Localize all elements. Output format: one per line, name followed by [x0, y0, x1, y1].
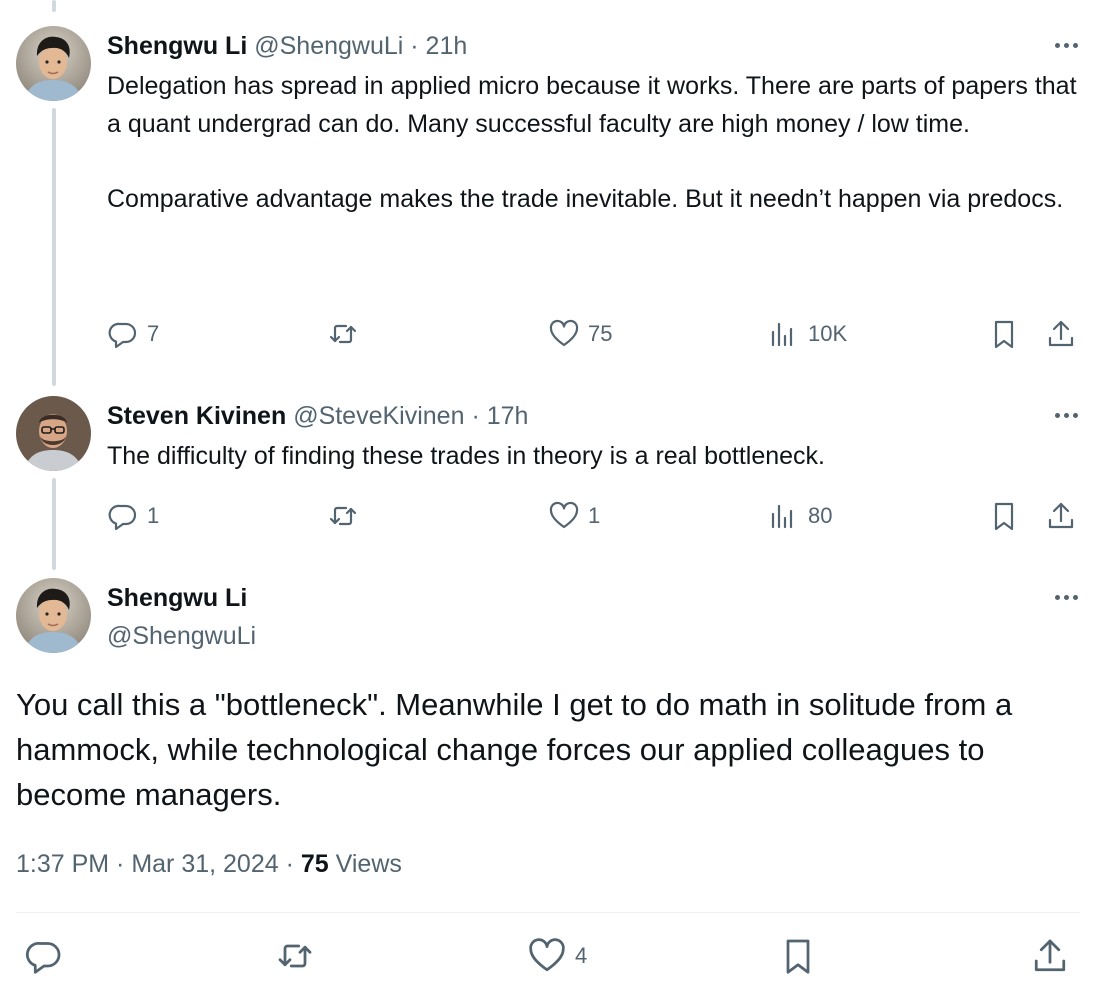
- views-button[interactable]: 80: [768, 496, 832, 536]
- separator: ·: [109, 850, 132, 878]
- like-button[interactable]: 1: [548, 496, 600, 536]
- retweet-icon: [329, 324, 357, 344]
- tweet-text: The difficulty of finding these trades i…: [107, 442, 825, 470]
- share-icon: [1034, 939, 1066, 972]
- avatar-image: [16, 26, 91, 101]
- avatar-image: [16, 396, 91, 471]
- share-button[interactable]: [1030, 936, 1070, 976]
- retweet-icon: [329, 506, 357, 526]
- views-button[interactable]: 10K: [768, 314, 847, 354]
- avatar[interactable]: [16, 396, 91, 471]
- separator: ·: [278, 850, 301, 878]
- reply-count: 1: [147, 503, 160, 528]
- like-count: 75: [588, 321, 613, 346]
- reply-icon: [108, 504, 137, 531]
- share-button[interactable]: [1045, 314, 1077, 354]
- avatar[interactable]: [16, 26, 91, 101]
- share-button[interactable]: [1045, 496, 1077, 536]
- retweet-icon: [278, 944, 312, 968]
- share-icon: [1048, 502, 1074, 529]
- main-tweet-actions: 4: [0, 936, 1106, 980]
- views-count: 80: [808, 503, 833, 528]
- reply-button[interactable]: [24, 936, 64, 976]
- bookmark-icon: [786, 939, 810, 974]
- like-button[interactable]: 4: [527, 936, 587, 976]
- heart-icon: [549, 319, 579, 347]
- views-count: 10K: [808, 321, 848, 346]
- tweet-text: Delegation has spread in applied micro b…: [107, 72, 1077, 213]
- tweet-time[interactable]: 1:37 PM: [16, 850, 109, 878]
- author-name[interactable]: Shengwu Li: [107, 32, 247, 60]
- reply-button[interactable]: 1: [107, 496, 159, 536]
- bookmark-button[interactable]: [988, 496, 1020, 536]
- separator: ·: [464, 402, 487, 430]
- author-handle[interactable]: @ShengwuLi: [107, 620, 256, 652]
- tweet-actions: 1 1 80: [0, 496, 1106, 536]
- avatar[interactable]: [16, 578, 91, 653]
- thread-line: [52, 0, 56, 12]
- like-count: 4: [575, 943, 588, 968]
- more-icon[interactable]: [1055, 593, 1078, 601]
- avatar-image: [16, 578, 91, 653]
- views-icon: [771, 504, 793, 529]
- bookmark-button[interactable]: [778, 936, 818, 976]
- bookmark-icon: [994, 502, 1014, 531]
- tweet-time[interactable]: 21h: [426, 32, 468, 60]
- retweet-button[interactable]: [275, 936, 315, 976]
- share-icon: [1048, 320, 1074, 347]
- tweet-meta: 1:37 PM · Mar 31, 2024 · 75 Views: [16, 848, 402, 880]
- heart-icon: [549, 501, 579, 529]
- tweet-header: Steven Kivinen @SteveKivinen · 17h: [107, 400, 528, 432]
- main-tweet-text: You call this a "bottleneck". Meanwhile …: [16, 687, 1013, 812]
- reply-icon: [25, 942, 61, 974]
- tweet-header: Shengwu Li @ShengwuLi · 21h: [107, 30, 467, 62]
- reply-button[interactable]: 7: [107, 314, 159, 354]
- tweet-time[interactable]: 17h: [487, 402, 529, 430]
- reply-count: 7: [147, 321, 160, 346]
- retweet-button[interactable]: [327, 496, 367, 536]
- divider: [16, 912, 1080, 913]
- author-handle[interactable]: @SteveKivinen: [293, 402, 464, 430]
- more-icon[interactable]: [1055, 41, 1078, 49]
- author-handle[interactable]: @ShengwuLi: [254, 32, 403, 60]
- heart-icon: [529, 938, 565, 972]
- author-name[interactable]: Shengwu Li: [107, 582, 247, 614]
- tweet-date[interactable]: Mar 31, 2024: [131, 850, 278, 878]
- bookmark-icon: [994, 320, 1014, 349]
- retweet-button[interactable]: [327, 314, 367, 354]
- views-label: Views: [328, 850, 402, 878]
- like-button[interactable]: 75: [548, 314, 612, 354]
- reply-icon: [108, 322, 137, 349]
- author-name[interactable]: Steven Kivinen: [107, 402, 286, 430]
- tweet-actions: 7 75 10K: [0, 314, 1106, 354]
- bookmark-button[interactable]: [988, 314, 1020, 354]
- views-count: 75: [300, 850, 329, 878]
- separator: ·: [403, 32, 426, 60]
- like-count: 1: [588, 503, 601, 528]
- views-icon: [771, 322, 793, 347]
- more-icon[interactable]: [1055, 411, 1078, 419]
